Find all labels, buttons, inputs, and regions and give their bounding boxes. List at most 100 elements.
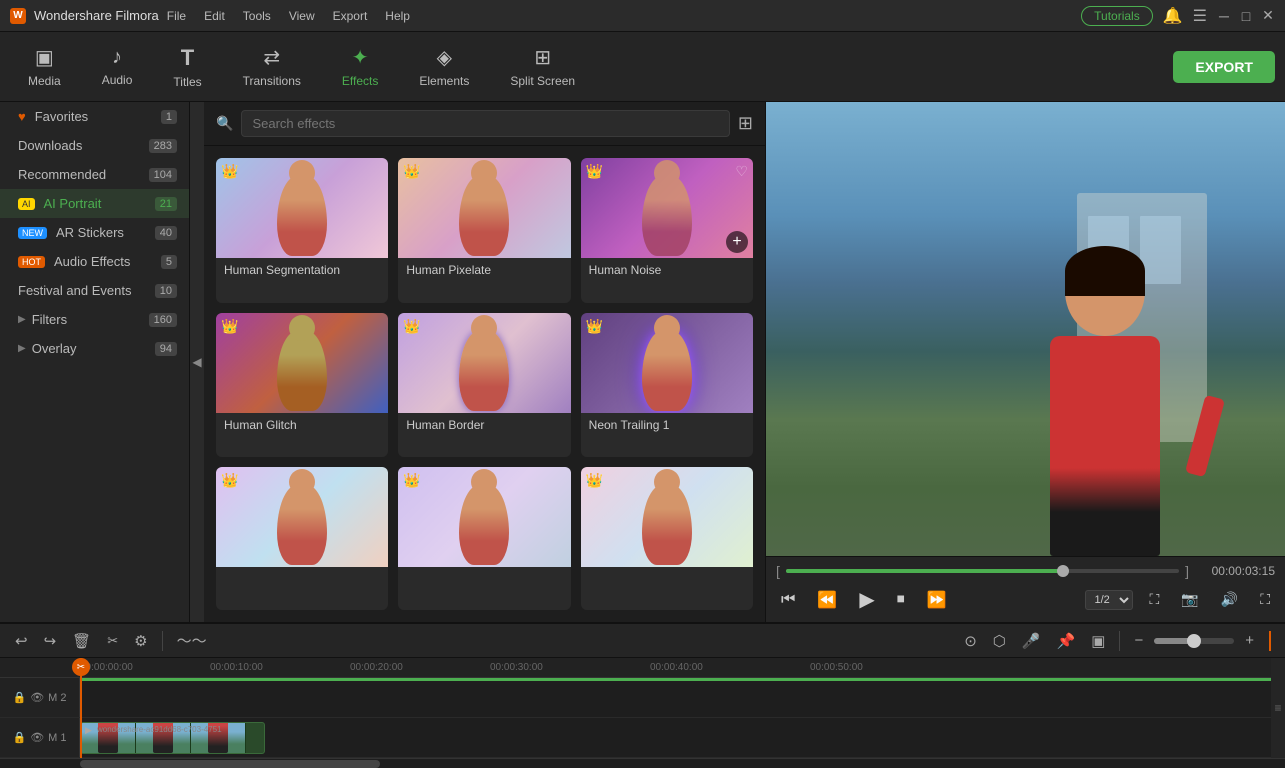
zoom-slider[interactable] bbox=[1154, 638, 1234, 644]
sidebar-item-recommended[interactable]: Recommended 104 bbox=[0, 160, 189, 189]
mask-icon[interactable]: ⬡ bbox=[988, 630, 1011, 652]
ruler-mark-4: 00:00:40:00 bbox=[650, 662, 703, 673]
elements-icon: ◈ bbox=[437, 45, 452, 70]
audio-wave-button[interactable]: 〜〜 bbox=[172, 628, 212, 653]
menu-tools[interactable]: Tools bbox=[243, 9, 271, 23]
track-lock-icon[interactable]: 🔒 bbox=[12, 691, 26, 704]
crown-icon: 👑 bbox=[586, 163, 603, 180]
settings-icon[interactable]: ⛶ bbox=[1255, 589, 1275, 610]
tab-split-screen[interactable]: ⊞ Split Screen bbox=[492, 39, 593, 94]
transitions-label: Transitions bbox=[243, 74, 301, 88]
track-label-1: 🔒 👁 M 1 bbox=[0, 718, 80, 757]
favorites-count: 1 bbox=[161, 110, 177, 124]
sidebar-filters-label: Filters bbox=[32, 312, 67, 327]
screenshot-icon[interactable]: 📷 bbox=[1176, 589, 1203, 610]
settings-button[interactable]: ⚙ bbox=[129, 630, 152, 652]
export-button[interactable]: EXPORT bbox=[1173, 51, 1275, 83]
tab-transitions[interactable]: ⇄ Transitions bbox=[225, 39, 319, 94]
stop-button[interactable]: ⏹ bbox=[892, 589, 910, 611]
sidebar-item-festival-events[interactable]: Festival and Events 10 bbox=[0, 276, 189, 305]
snap-icon[interactable]: ⊙ bbox=[959, 630, 982, 652]
track-eye-icon-1[interactable]: 👁 bbox=[30, 731, 44, 744]
zoom-select[interactable]: 1/2 1/1 1/4 bbox=[1085, 590, 1133, 610]
fullscreen-icon[interactable]: ⛶ bbox=[1145, 589, 1165, 610]
progress-row: [ ] 00:00:03:15 bbox=[776, 561, 1275, 581]
scrollbar-thumb[interactable] bbox=[80, 760, 380, 768]
effect-label-noise: Human Noise bbox=[581, 258, 753, 282]
tab-elements[interactable]: ◈ Elements bbox=[401, 39, 487, 94]
sidebar-item-downloads[interactable]: Downloads 283 bbox=[0, 131, 189, 160]
menu-help[interactable]: Help bbox=[385, 9, 410, 23]
sidebar-item-ai-portrait[interactable]: AI AI Portrait 21 bbox=[0, 189, 189, 218]
effect-label-row3b bbox=[398, 567, 570, 589]
effect-thumb-row3b: 👑 bbox=[398, 467, 570, 567]
effect-row3b[interactable]: 👑 bbox=[398, 467, 570, 610]
effect-row3c[interactable]: 👑 bbox=[581, 467, 753, 610]
sidebar-collapse-button[interactable]: ◀ bbox=[190, 102, 204, 622]
effect-neon-trailing[interactable]: 👑 Neon Trailing 1 bbox=[581, 313, 753, 458]
settings-icon[interactable]: ☰ bbox=[1193, 6, 1207, 26]
timeline-resize-handle[interactable]: ≡ bbox=[1271, 658, 1285, 758]
timeline-scrollbar[interactable] bbox=[0, 758, 1285, 759]
menu-view[interactable]: View bbox=[289, 9, 315, 23]
close-button[interactable]: ✕ bbox=[1261, 9, 1275, 23]
play-button[interactable]: ▶ bbox=[854, 585, 879, 614]
voice-icon[interactable]: 🎤 bbox=[1017, 630, 1046, 652]
notification-icon[interactable]: 🔔 bbox=[1163, 6, 1183, 26]
track-eye-icon[interactable]: 👁 bbox=[30, 691, 44, 704]
effect-human-glitch[interactable]: 👑 Human Glitch bbox=[216, 313, 388, 458]
search-input[interactable] bbox=[241, 110, 729, 137]
tutorials-button[interactable]: Tutorials bbox=[1081, 6, 1153, 26]
cut-button[interactable]: ✂ bbox=[102, 631, 123, 651]
rewind-button[interactable]: ⏮ bbox=[776, 589, 800, 611]
sidebar-item-filters[interactable]: ▶ Filters 160 bbox=[0, 305, 189, 334]
effect-human-border[interactable]: 👑 Human Border bbox=[398, 313, 570, 458]
timeline-ruler: 00:00:00:00 00:00:10:00 00:00:20:00 00:0… bbox=[0, 658, 1271, 678]
grid-view-icon[interactable]: ⊞ bbox=[738, 113, 753, 134]
track-lock-icon-1[interactable]: 🔒 bbox=[12, 731, 26, 744]
sidebar-item-favorites[interactable]: ♥ Favorites 1 bbox=[0, 102, 189, 131]
tab-media[interactable]: ▣ Media bbox=[10, 39, 79, 94]
tab-effects[interactable]: ✦ Effects bbox=[324, 39, 396, 94]
volume-icon[interactable]: 🔊 bbox=[1216, 589, 1243, 610]
timeline-clip[interactable]: ▶ wondershare-ac91dd68-c703-4751 bbox=[80, 722, 265, 754]
progress-track[interactable] bbox=[786, 569, 1179, 573]
undo-button[interactable]: ↩ bbox=[10, 630, 33, 652]
step-back-button[interactable]: ⏪ bbox=[812, 588, 842, 612]
minimize-button[interactable]: ─ bbox=[1217, 9, 1231, 23]
sidebar-item-ar-stickers[interactable]: NEW AR Stickers 40 bbox=[0, 218, 189, 247]
tab-titles[interactable]: T Titles bbox=[155, 39, 219, 95]
menu-edit[interactable]: Edit bbox=[204, 9, 225, 23]
caption-icon[interactable]: ▣ bbox=[1086, 630, 1110, 652]
menu-export[interactable]: Export bbox=[333, 9, 368, 23]
zoom-out-button[interactable]: − bbox=[1129, 630, 1148, 651]
sidebar-item-overlay[interactable]: ▶ Overlay 94 bbox=[0, 334, 189, 363]
sidebar-favorites-label: Favorites bbox=[35, 109, 88, 124]
effect-human-segmentation[interactable]: 👑 Human Segmentation bbox=[216, 158, 388, 303]
preview-panel: [ ] 00:00:03:15 ⏮ ⏪ ▶ ⏹ ⏩ 1/2 1/1 1/4 bbox=[765, 102, 1285, 622]
main-toolbar: ▣ Media ♪ Audio T Titles ⇄ Transitions ✦… bbox=[0, 32, 1285, 102]
effect-human-noise[interactable]: 👑 ♡ + Human Noise bbox=[581, 158, 753, 303]
menu-file[interactable]: File bbox=[167, 9, 186, 23]
delete-button[interactable]: 🗑 bbox=[67, 630, 96, 652]
ar-stickers-count: 40 bbox=[155, 226, 177, 240]
timeline-bar bbox=[80, 678, 1271, 681]
zoom-in-button[interactable]: + bbox=[1240, 630, 1259, 651]
title-bar: W Wondershare Filmora File Edit Tools Vi… bbox=[0, 0, 1285, 32]
content-area: ♥ Favorites 1 Downloads 283 Recommended … bbox=[0, 102, 1285, 622]
redo-button[interactable]: ↪ bbox=[39, 630, 62, 652]
effect-thumb-noise: 👑 ♡ + bbox=[581, 158, 753, 258]
add-effect-button[interactable]: + bbox=[726, 231, 748, 253]
separator-2 bbox=[1119, 631, 1120, 651]
effect-human-pixelate[interactable]: 👑 Human Pixelate bbox=[398, 158, 570, 303]
effect-row3a[interactable]: 👑 bbox=[216, 467, 388, 610]
marker-icon[interactable]: 📌 bbox=[1052, 630, 1081, 652]
playback-controls: ⏮ ⏪ ▶ ⏹ ⏩ 1/2 1/1 1/4 ⛶ 📷 🔊 ⛶ bbox=[776, 581, 1275, 618]
effects-label: Effects bbox=[342, 74, 378, 88]
tab-audio[interactable]: ♪ Audio bbox=[84, 40, 151, 93]
favorite-icon[interactable]: ♡ bbox=[735, 163, 748, 180]
sidebar-item-audio-effects[interactable]: HOT Audio Effects 5 bbox=[0, 247, 189, 276]
maximize-button[interactable]: □ bbox=[1239, 9, 1253, 23]
track-content-1: ▶ wondershare-ac91dd68-c703-4751 bbox=[80, 718, 1271, 757]
fast-forward-button[interactable]: ⏩ bbox=[922, 588, 952, 612]
